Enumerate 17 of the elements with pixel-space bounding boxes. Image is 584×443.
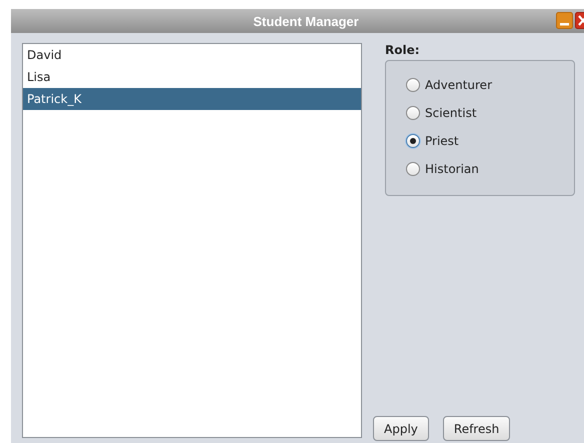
radio-option[interactable]: Scientist <box>406 103 574 123</box>
close-icon[interactable] <box>575 12 584 29</box>
radio-option[interactable]: Priest <box>406 131 574 151</box>
role-label: Role: <box>385 43 421 57</box>
window-title: Student Manager <box>253 14 359 28</box>
radio-option[interactable]: Historian <box>406 159 574 179</box>
radio-button[interactable] <box>406 134 420 148</box>
minimize-icon[interactable] <box>556 12 573 29</box>
radio-button[interactable] <box>406 106 420 120</box>
radio-option[interactable]: Adventurer <box>406 75 574 95</box>
radio-button[interactable] <box>406 162 420 176</box>
list-item[interactable]: Patrick_K <box>23 88 361 110</box>
action-button[interactable]: Apply <box>373 416 429 441</box>
list-item[interactable]: David <box>23 44 361 66</box>
action-button[interactable]: Refresh <box>442 416 510 441</box>
list-item[interactable]: Lisa <box>23 66 361 88</box>
radio-button[interactable] <box>406 78 420 92</box>
